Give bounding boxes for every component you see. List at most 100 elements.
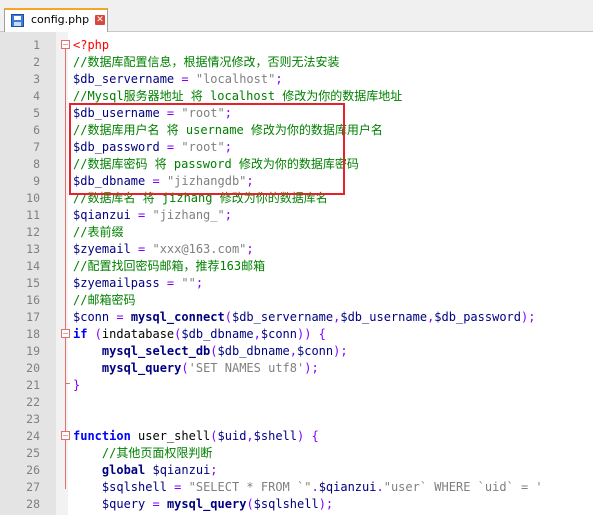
line-number: 10 bbox=[26, 191, 40, 205]
code-token: . bbox=[376, 480, 384, 494]
code-line[interactable]: 21} bbox=[0, 377, 593, 394]
code-token: $sqlshell bbox=[253, 497, 319, 511]
code-token: , bbox=[253, 327, 261, 341]
code-token: indatabase bbox=[101, 327, 175, 341]
code-text: <?php bbox=[73, 37, 109, 54]
code-token: global bbox=[101, 463, 146, 477]
line-number: 24 bbox=[26, 429, 40, 443]
code-line[interactable]: 27 $sqlshell = "SELECT * FROM `".$qianzu… bbox=[0, 479, 593, 496]
highlight-box bbox=[69, 103, 345, 195]
code-line[interactable]: 14 //配置找回密码邮箱，推荐163邮箱 bbox=[0, 258, 593, 275]
code-token: $db_dbname bbox=[217, 344, 290, 358]
code-line[interactable]: 17 $conn = mysql_connect($db_servername,$… bbox=[0, 309, 593, 326]
line-number: 21 bbox=[26, 378, 40, 392]
code-token: $db_username bbox=[340, 310, 428, 324]
code-text: $conn = mysql_connect($db_servername,$db… bbox=[73, 309, 535, 326]
code-token: ; bbox=[210, 463, 218, 477]
code-token: $db_servername bbox=[73, 72, 175, 86]
line-number: 27 bbox=[26, 480, 40, 494]
line-number: 8 bbox=[33, 157, 40, 171]
code-token: $query bbox=[101, 497, 146, 511]
code-text: global $qianzui; bbox=[73, 462, 218, 479]
code-line[interactable]: 20 mysql_query('SET NAMES utf8'); bbox=[0, 360, 593, 377]
code-text: //其他页面权限判断 bbox=[73, 445, 212, 462]
code-token: , bbox=[246, 429, 254, 443]
code-line[interactable]: 22 bbox=[0, 394, 593, 411]
code-token: $qianzui bbox=[318, 480, 377, 494]
code-line[interactable]: 26 global $qianzui; bbox=[0, 462, 593, 479]
code-token: //其他页面权限判断 bbox=[101, 446, 213, 460]
code-token: ( bbox=[210, 429, 218, 443]
code-token: mysql_select_db bbox=[101, 344, 211, 358]
code-line[interactable]: 25 //其他页面权限判断 bbox=[0, 445, 593, 462]
code-token: ); bbox=[521, 310, 536, 324]
code-token: <?php bbox=[73, 38, 110, 52]
code-text: } bbox=[73, 377, 80, 394]
code-line[interactable]: 23 bbox=[0, 411, 593, 428]
code-line[interactable]: 16 //邮箱密码 bbox=[0, 292, 593, 309]
code-token: $zyemailpass bbox=[73, 276, 160, 290]
code-token: //邮箱密码 bbox=[73, 293, 136, 307]
code-line[interactable]: 24 function user_shell($uid,$shell) { bbox=[0, 428, 593, 445]
code-token: "jizhang_" bbox=[152, 208, 225, 222]
code-token: = bbox=[166, 480, 189, 494]
code-token: } bbox=[73, 378, 81, 392]
code-token: ( bbox=[224, 310, 232, 324]
code-token: 'SET NAMES utf8' bbox=[188, 361, 305, 375]
line-number: 18 bbox=[26, 327, 40, 341]
code-text: mysql_query('SET NAMES utf8'); bbox=[73, 360, 319, 377]
code-line[interactable]: 11 $qianzui = "jizhang_"; bbox=[0, 207, 593, 224]
code-token: ); bbox=[333, 344, 348, 358]
code-text: $query = mysql_query($sqlshell); bbox=[73, 496, 333, 513]
code-token: if bbox=[73, 327, 88, 341]
line-number: 20 bbox=[26, 361, 40, 375]
code-text: $zyemailpass = ""; bbox=[73, 275, 203, 292]
code-token: //表前缀 bbox=[73, 225, 124, 239]
code-token: ( bbox=[87, 327, 102, 341]
code-line[interactable]: 12 //表前缀 bbox=[0, 224, 593, 241]
code-token: "user` WHERE `uid` = ' bbox=[383, 480, 543, 494]
code-token: ( bbox=[210, 344, 218, 358]
code-token: ; bbox=[246, 242, 254, 256]
code-token: "" bbox=[181, 276, 196, 290]
code-token: = bbox=[130, 242, 153, 256]
code-token: $shell bbox=[253, 429, 298, 443]
code-token: $conn bbox=[260, 327, 297, 341]
code-line[interactable]: 28 $query = mysql_query($sqlshell); bbox=[0, 496, 593, 513]
line-number: 25 bbox=[26, 446, 40, 460]
code-text: $qianzui = "jizhang_"; bbox=[73, 207, 232, 224]
code-text: $sqlshell = "SELECT * FROM `".$qianzui."… bbox=[73, 479, 543, 496]
code-line[interactable]: 18 if (indatabase($db_dbname,$conn)) { bbox=[0, 326, 593, 343]
code-line[interactable]: 3 $db_servername = "localhost"; bbox=[0, 71, 593, 88]
close-icon[interactable]: ✕ bbox=[95, 15, 105, 25]
code-token: user_shell bbox=[138, 429, 211, 443]
code-token: ( bbox=[181, 361, 189, 375]
code-token: function bbox=[73, 429, 131, 443]
code-token: ; bbox=[275, 72, 283, 86]
code-token: $qianzui bbox=[73, 208, 131, 222]
code-token: $qianzui bbox=[152, 463, 211, 477]
line-number: 14 bbox=[26, 259, 40, 273]
code-token: "xxx@163.com" bbox=[152, 242, 247, 256]
code-token: ); bbox=[304, 361, 319, 375]
code-token: //Mysql服务器地址 将 localhost 修改为你的数据库地址 bbox=[73, 89, 403, 103]
line-number: 4 bbox=[33, 89, 40, 103]
code-line[interactable]: 2 //数据库配置信息，根据情况修改，否则无法安装 bbox=[0, 54, 593, 71]
code-token: $db_dbname bbox=[181, 327, 254, 341]
tab-config-php[interactable]: config.php ✕ bbox=[4, 8, 108, 32]
code-line[interactable]: 13 $zyemail = "xxx@163.com"; bbox=[0, 241, 593, 258]
code-token: $zyemail bbox=[73, 242, 131, 256]
code-line[interactable]: 1 <?php bbox=[0, 37, 593, 54]
code-token: ; bbox=[195, 276, 204, 290]
line-number: 13 bbox=[26, 242, 40, 256]
code-line[interactable]: 15 $zyemailpass = ""; bbox=[0, 275, 593, 292]
code-token: $db_servername bbox=[231, 310, 334, 324]
line-number: 17 bbox=[26, 310, 40, 324]
code-line[interactable]: 19 mysql_select_db($db_dbname,$conn); bbox=[0, 343, 593, 360]
code-token: ) { bbox=[297, 429, 319, 443]
tab-label: config.php bbox=[31, 13, 90, 26]
line-number: 12 bbox=[26, 225, 40, 239]
